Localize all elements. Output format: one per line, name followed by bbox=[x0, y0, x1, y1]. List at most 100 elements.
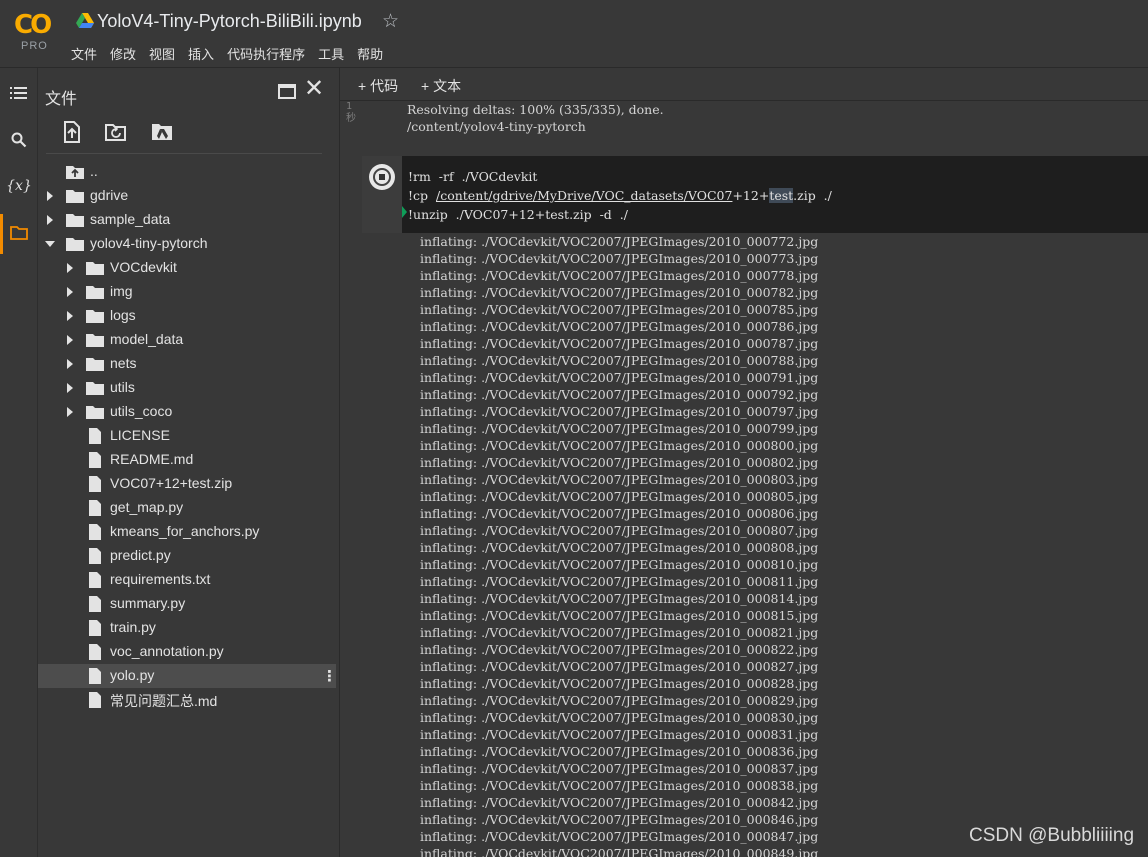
output-line: inflating: ./VOCdevkit/VOC2007/JPEGImage… bbox=[420, 523, 819, 538]
more-options-icon[interactable]: ⋮ bbox=[322, 667, 337, 685]
variables-icon[interactable]: {x} bbox=[0, 178, 38, 194]
file-name: .. bbox=[90, 163, 98, 179]
pro-badge: PRO bbox=[21, 40, 48, 52]
open-in-window-icon[interactable] bbox=[278, 84, 296, 99]
file-tree-row[interactable]: gdrive bbox=[38, 184, 336, 208]
file-tree-row[interactable]: yolo.py ⋮ bbox=[38, 664, 337, 688]
file-tree-row[interactable]: VOCdevkit bbox=[38, 256, 336, 280]
colab-logo[interactable]: CO PRO bbox=[12, 10, 58, 56]
folder-icon bbox=[86, 404, 104, 420]
execution-time: 1 秒 bbox=[346, 101, 356, 124]
stop-execution-button[interactable] bbox=[369, 164, 395, 190]
folder-icon bbox=[86, 356, 104, 372]
code-cell[interactable]: !rm -rf ./VOCdevkit !cp /content/gdrive/… bbox=[362, 156, 1148, 233]
code-editor[interactable]: !rm -rf ./VOCdevkit !cp /content/gdrive/… bbox=[408, 167, 832, 224]
menu-item-4[interactable]: 代码执行程序 bbox=[227, 44, 305, 63]
file-tree-row[interactable]: kmeans_for_anchors.py bbox=[38, 520, 336, 544]
file-tree-row[interactable]: nets bbox=[38, 352, 336, 376]
file-tree-row[interactable]: utils_coco bbox=[38, 400, 336, 424]
menu-item-6[interactable]: 帮助 bbox=[357, 44, 383, 63]
folder-icon bbox=[66, 236, 84, 252]
output-line: inflating: ./VOCdevkit/VOC2007/JPEGImage… bbox=[420, 574, 819, 589]
add-text-button[interactable]: + 文本 bbox=[421, 76, 461, 96]
output-line: inflating: ./VOCdevkit/VOC2007/JPEGImage… bbox=[420, 319, 819, 334]
refresh-icon[interactable] bbox=[104, 120, 128, 144]
folder-icon[interactable] bbox=[0, 226, 38, 243]
file-icon bbox=[86, 596, 104, 612]
chevron-right-icon[interactable] bbox=[67, 359, 73, 369]
file-tree-row[interactable]: VOC07+12+test.zip bbox=[38, 472, 336, 496]
output-line: inflating: ./VOCdevkit/VOC2007/JPEGImage… bbox=[420, 251, 819, 266]
file-icon bbox=[86, 644, 104, 660]
file-tree-row[interactable]: summary.py bbox=[38, 592, 336, 616]
chevron-right-icon[interactable] bbox=[67, 311, 73, 321]
left-rail: {x} bbox=[0, 68, 38, 857]
chevron-right-icon[interactable] bbox=[47, 191, 53, 201]
file-name: gdrive bbox=[90, 187, 129, 203]
file-tree-row[interactable]: 常见问题汇总.md bbox=[38, 688, 336, 712]
folder-icon bbox=[86, 260, 104, 276]
chevron-right-icon[interactable] bbox=[67, 335, 73, 345]
header: CO PRO YoloV4-Tiny-Pytorch-BiliBili.ipyn… bbox=[0, 0, 1148, 68]
previous-cell-output: 1 秒 Resolving deltas: 100% (335/335), do… bbox=[340, 101, 1148, 156]
file-tree-row[interactable]: train.py bbox=[38, 616, 336, 640]
mount-drive-icon[interactable] bbox=[150, 120, 174, 144]
menu-item-3[interactable]: 插入 bbox=[188, 44, 214, 63]
file-tree-row[interactable]: sample_data bbox=[38, 208, 336, 232]
cell-output: inflating: ./VOCdevkit/VOC2007/JPEGImage… bbox=[420, 233, 1140, 857]
file-name: train.py bbox=[110, 619, 156, 635]
chevron-right-icon[interactable] bbox=[67, 383, 73, 393]
upload-icon[interactable] bbox=[60, 120, 84, 144]
chevron-right-icon[interactable] bbox=[67, 263, 73, 273]
file-tree-row[interactable]: utils bbox=[38, 376, 336, 400]
file-tree-row[interactable]: img bbox=[38, 280, 336, 304]
file-icon bbox=[86, 500, 104, 516]
output-line: inflating: ./VOCdevkit/VOC2007/JPEGImage… bbox=[420, 387, 819, 402]
chevron-right-icon[interactable] bbox=[67, 287, 73, 297]
search-icon[interactable] bbox=[0, 132, 38, 151]
output-line: inflating: ./VOCdevkit/VOC2007/JPEGImage… bbox=[420, 268, 819, 283]
output-line: inflating: ./VOCdevkit/VOC2007/JPEGImage… bbox=[420, 421, 819, 436]
file-name: 常见问题汇总.md bbox=[110, 693, 218, 709]
output-line: inflating: ./VOCdevkit/VOC2007/JPEGImage… bbox=[420, 370, 819, 385]
file-tree-row[interactable]: yolov4-tiny-pytorch bbox=[38, 232, 336, 256]
file-name: nets bbox=[110, 355, 137, 371]
output-line: inflating: ./VOCdevkit/VOC2007/JPEGImage… bbox=[420, 353, 819, 368]
file-tree-row[interactable]: voc_annotation.py bbox=[38, 640, 336, 664]
file-tree-row[interactable]: requirements.txt bbox=[38, 568, 336, 592]
output-text: Resolving deltas: 100% (335/335), done. /… bbox=[407, 101, 664, 135]
code-line-1: !rm -rf ./VOCdevkit bbox=[408, 169, 538, 184]
menu-item-5[interactable]: 工具 bbox=[318, 44, 344, 63]
code-line-3: !unzip ./VOC07+12+test.zip -d ./ bbox=[408, 207, 628, 222]
star-icon[interactable]: ☆ bbox=[382, 10, 399, 33]
chevron-down-icon[interactable] bbox=[45, 241, 55, 247]
menu-item-1[interactable]: 修改 bbox=[110, 44, 136, 63]
output-line: inflating: ./VOCdevkit/VOC2007/JPEGImage… bbox=[420, 404, 819, 419]
add-code-button[interactable]: + 代码 bbox=[358, 76, 398, 96]
file-icon bbox=[86, 524, 104, 540]
files-panel: 文件 ✕ .. gdrive sample_data yolov4-tiny-pyto… bbox=[38, 68, 338, 857]
output-line: inflating: ./VOCdevkit/VOC2007/JPEGImage… bbox=[420, 557, 819, 572]
output-line: Resolving deltas: 100% (335/335), done. bbox=[407, 102, 664, 117]
watermark: CSDN @Bubbliiiing bbox=[969, 825, 1135, 846]
file-tree-row[interactable]: logs bbox=[38, 304, 336, 328]
chevron-right-icon[interactable] bbox=[67, 407, 73, 417]
menu-icon[interactable] bbox=[0, 86, 38, 103]
output-line: inflating: ./VOCdevkit/VOC2007/JPEGImage… bbox=[420, 608, 819, 623]
file-icon bbox=[86, 428, 104, 444]
notebook-title[interactable]: YoloV4-Tiny-Pytorch-BiliBili.ipynb bbox=[97, 11, 362, 32]
file-name: summary.py bbox=[110, 595, 186, 611]
folder-icon bbox=[66, 188, 84, 204]
file-tree-row[interactable]: LICENSE bbox=[38, 424, 336, 448]
close-icon[interactable]: ✕ bbox=[304, 77, 324, 101]
file-tree-row[interactable]: README.md bbox=[38, 448, 336, 472]
output-line: inflating: ./VOCdevkit/VOC2007/JPEGImage… bbox=[420, 676, 819, 691]
menu-item-2[interactable]: 视图 bbox=[149, 44, 175, 63]
menu-item-0[interactable]: 文件 bbox=[71, 44, 97, 63]
file-tree-row[interactable]: get_map.py bbox=[38, 496, 336, 520]
output-line: inflating: ./VOCdevkit/VOC2007/JPEGImage… bbox=[420, 795, 819, 810]
file-tree-row[interactable]: model_data bbox=[38, 328, 336, 352]
file-tree-row[interactable]: predict.py bbox=[38, 544, 336, 568]
file-tree-row[interactable]: .. bbox=[38, 160, 336, 184]
chevron-right-icon[interactable] bbox=[47, 215, 53, 225]
